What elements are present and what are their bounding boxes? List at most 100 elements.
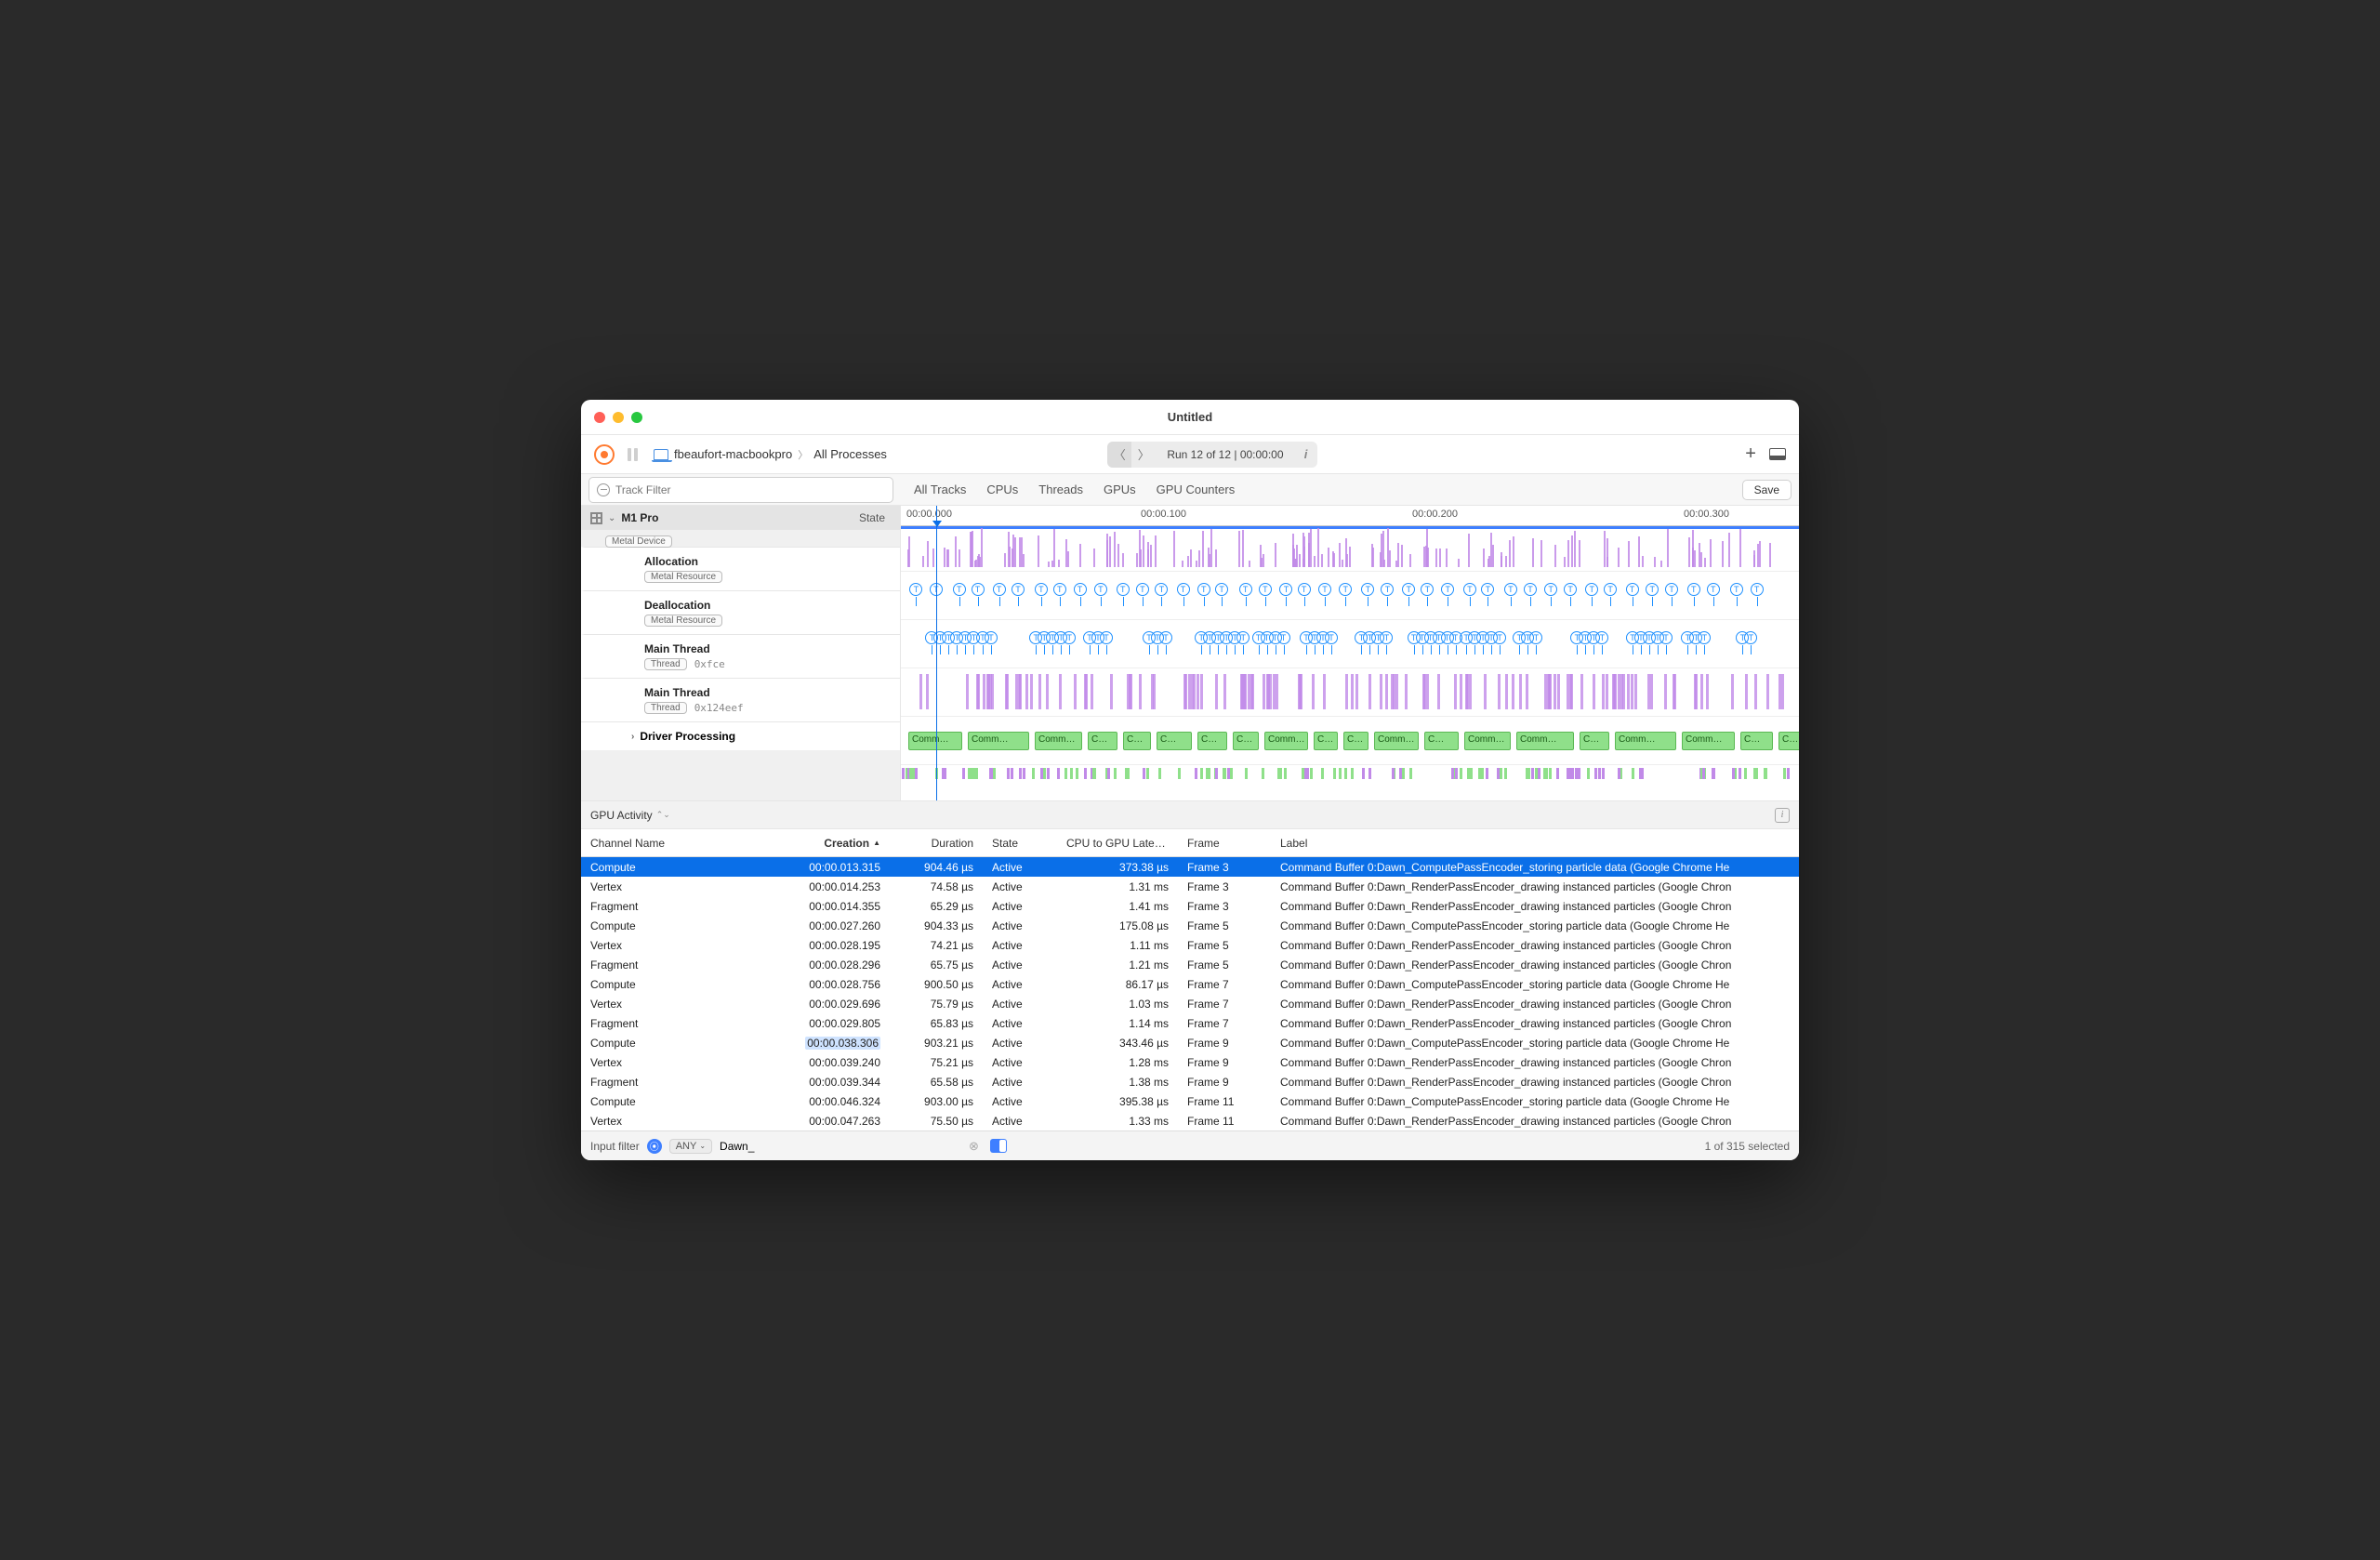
table-row[interactable]: Fragment00:00.029.80565.83 µsActive1.14 … xyxy=(581,1013,1799,1033)
thread-id: 0xfce xyxy=(694,658,725,670)
zoom-window-button[interactable] xyxy=(631,412,642,423)
table-row[interactable]: Vertex00:00.039.24075.21 µsActive1.28 ms… xyxy=(581,1052,1799,1072)
filter-tabs: All Tracks CPUs Threads GPUs GPU Counter… xyxy=(914,483,1235,496)
main-thread-track-1 xyxy=(901,668,1799,716)
device-name: M1 Pro xyxy=(621,511,658,524)
filter-icon xyxy=(597,483,610,496)
track-row[interactable]: Main Thread Thread0x124eef xyxy=(581,678,900,721)
timeline-chart[interactable]: 00:00.000 00:00.100 00:00.200 00:00.300 … xyxy=(901,506,1799,800)
track-tag: Thread xyxy=(644,702,687,714)
playhead[interactable] xyxy=(936,506,937,800)
track-tag: Metal Resource xyxy=(644,571,722,583)
track-label: Allocation xyxy=(644,555,889,568)
inspector-button[interactable]: i xyxy=(1775,808,1790,823)
tab-cpus[interactable]: CPUs xyxy=(986,483,1018,496)
pause-button[interactable] xyxy=(628,448,641,461)
col-channel[interactable]: Channel Name xyxy=(581,837,758,850)
device-row[interactable]: ⌄ M1 Pro State xyxy=(581,506,900,530)
instruments-window: Untitled fbeaufort-macbookpro 〉 All Proc… xyxy=(581,400,1799,1160)
track-row[interactable]: Main Thread Thread 0xfce xyxy=(581,634,900,678)
track-filter[interactable] xyxy=(588,477,893,503)
prev-run-button[interactable]: 〈 xyxy=(1107,442,1131,468)
footer-filter-input[interactable] xyxy=(720,1140,794,1153)
chevron-down-icon: ⌄ xyxy=(608,513,615,523)
state-track xyxy=(901,526,1799,571)
track-row[interactable]: Allocation Metal Resource xyxy=(581,547,900,590)
next-run-button[interactable]: 〉 xyxy=(1131,442,1156,468)
tab-threads[interactable]: Threads xyxy=(1038,483,1083,496)
filter-toggle[interactable] xyxy=(990,1139,1007,1153)
main-thread-track-2: Comm…Comm…Comm…C…C…C…C…C…Comm…C…C…Comm…C… xyxy=(901,716,1799,764)
process-scope: All Processes xyxy=(813,447,887,461)
col-latency[interactable]: CPU to GPU Laten… xyxy=(1057,837,1178,850)
track-row[interactable]: Deallocation Metal Resource xyxy=(581,590,900,634)
chevron-right-icon: › xyxy=(631,732,634,742)
driver-track xyxy=(901,764,1799,783)
record-button[interactable] xyxy=(594,444,615,465)
driver-label: Driver Processing xyxy=(640,730,735,743)
thread-id: 0x124eef xyxy=(694,702,744,714)
ruler-tick: 00:00.300 xyxy=(1684,509,1729,520)
target-breadcrumb[interactable]: fbeaufort-macbookpro 〉 All Processes xyxy=(654,447,887,462)
selection-count: 1 of 315 selected xyxy=(1705,1140,1790,1153)
table-row[interactable]: Vertex00:00.047.26375.50 µsActive1.33 ms… xyxy=(581,1111,1799,1130)
toolbar: fbeaufort-macbookpro 〉 All Processes 〈 〉… xyxy=(581,435,1799,474)
driver-processing-row[interactable]: › Driver Processing xyxy=(581,721,900,750)
tab-gpu-counters[interactable]: GPU Counters xyxy=(1157,483,1236,496)
table-row[interactable]: Compute00:00.038.306903.21 µsActive343.4… xyxy=(581,1033,1799,1052)
run-info: Run 12 of 12 | 00:00:00 xyxy=(1156,448,1294,461)
allocation-track: TTTTTTTTTTTTTTTTTTTTTTTTTTTTTTTTTTTTTTTT… xyxy=(901,571,1799,619)
updown-arrows-icon: ⌃⌄ xyxy=(656,810,670,820)
track-tag: Thread xyxy=(644,658,687,670)
table-row[interactable]: Vertex00:00.029.69675.79 µsActive1.03 ms… xyxy=(581,994,1799,1013)
clear-filter-button[interactable]: ⊗ xyxy=(969,1139,979,1154)
minimize-window-button[interactable] xyxy=(613,412,624,423)
filter-token-icon[interactable]: ⦿ xyxy=(647,1139,662,1154)
run-selector: 〈 〉 Run 12 of 12 | 00:00:00 i xyxy=(1107,442,1316,468)
host-name: fbeaufort-macbookpro xyxy=(674,447,792,461)
any-selector[interactable]: ANY⌄ xyxy=(669,1139,712,1154)
filter-bar: All Tracks CPUs Threads GPUs GPU Counter… xyxy=(581,474,1799,506)
track-filter-input[interactable] xyxy=(615,483,885,496)
track-sidebar: ⌄ M1 Pro State Metal Device Allocation M… xyxy=(581,506,901,800)
table-row[interactable]: Compute00:00.046.324903.00 µsActive395.3… xyxy=(581,1091,1799,1111)
table-row[interactable]: Compute00:00.028.756900.50 µsActive86.17… xyxy=(581,974,1799,994)
col-duration[interactable]: Duration xyxy=(890,837,983,850)
ruler-tick: 00:00.200 xyxy=(1412,509,1458,520)
window-title: Untitled xyxy=(1168,410,1212,424)
close-window-button[interactable] xyxy=(594,412,605,423)
device-tag: Metal Device xyxy=(605,535,672,548)
col-creation[interactable]: Creation▲ xyxy=(758,837,890,850)
table-header: Channel Name Creation▲ Duration State CP… xyxy=(581,829,1799,857)
tab-gpus[interactable]: GPUs xyxy=(1104,483,1136,496)
track-label: Main Thread xyxy=(644,642,889,655)
time-ruler[interactable]: 00:00.000 00:00.100 00:00.200 00:00.300 xyxy=(901,506,1799,526)
add-instrument-button[interactable]: + xyxy=(1745,443,1756,465)
tab-all-tracks[interactable]: All Tracks xyxy=(914,483,966,496)
table-row[interactable]: Vertex00:00.028.19574.21 µsActive1.11 ms… xyxy=(581,935,1799,955)
detail-panel-selector[interactable]: GPU Activity ⌃⌄ i xyxy=(581,801,1799,829)
chevron-right-icon: 〉 xyxy=(798,447,808,462)
titlebar: Untitled xyxy=(581,400,1799,435)
table-row[interactable]: Fragment00:00.039.34465.58 µsActive1.38 … xyxy=(581,1072,1799,1091)
table-body: Compute00:00.013.315904.46 µsActive373.3… xyxy=(581,857,1799,1130)
run-info-button[interactable]: i xyxy=(1295,447,1317,461)
traffic-lights xyxy=(594,412,642,423)
ruler-tick: 00:00.000 xyxy=(906,509,952,520)
table-row[interactable]: Vertex00:00.014.25374.58 µsActive1.31 ms… xyxy=(581,877,1799,896)
save-button[interactable]: Save xyxy=(1742,480,1792,500)
panel-name: GPU Activity xyxy=(590,809,653,822)
table-row[interactable]: Fragment00:00.014.35565.29 µsActive1.41 … xyxy=(581,896,1799,916)
table-row[interactable]: Compute00:00.013.315904.46 µsActive373.3… xyxy=(581,857,1799,877)
table-row[interactable]: Fragment00:00.028.29665.75 µsActive1.21 … xyxy=(581,955,1799,974)
col-state[interactable]: State xyxy=(983,837,1057,850)
track-tag: Metal Resource xyxy=(644,615,722,627)
table-row[interactable]: Compute00:00.027.260904.33 µsActive175.0… xyxy=(581,916,1799,935)
panel-toggle-button[interactable] xyxy=(1769,448,1786,460)
col-label[interactable]: Label xyxy=(1271,837,1799,850)
ruler-tick: 00:00.100 xyxy=(1141,509,1186,520)
col-frame[interactable]: Frame xyxy=(1178,837,1271,850)
laptop-icon xyxy=(654,449,668,460)
input-filter-label: Input filter xyxy=(590,1140,640,1153)
footer-bar: Input filter ⦿ ANY⌄ ⊗ 1 of 315 selected xyxy=(581,1130,1799,1160)
